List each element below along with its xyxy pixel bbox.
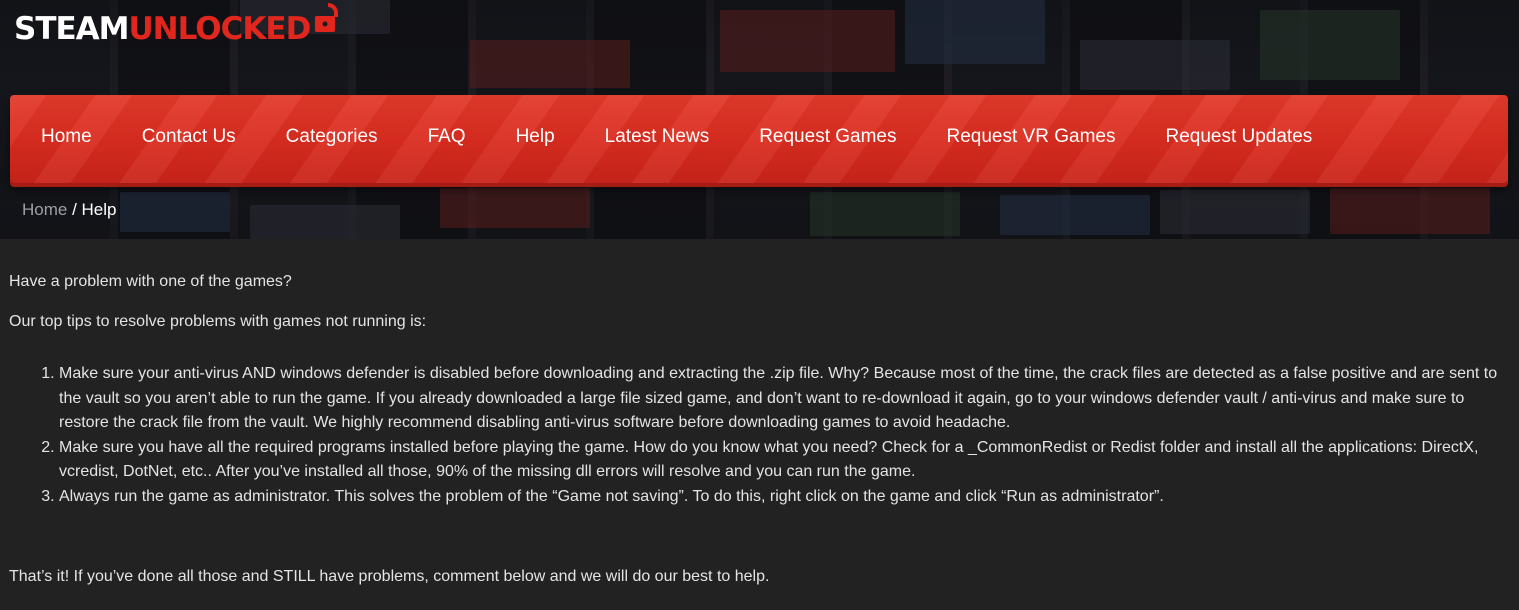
cover-tile [470,40,630,88]
site-logo[interactable]: STEAM UNLOCKED [14,3,342,52]
lead-text: Our top tips to resolve problems with ga… [9,312,427,330]
nav-faq[interactable]: FAQ [428,126,466,148]
cover-tile [1080,40,1230,90]
list-item: Always run the game as administrator. Th… [59,485,1509,510]
nav-help[interactable]: Help [516,126,555,148]
breadcrumb-separator: / [67,200,82,219]
breadcrumb: Home / Help [22,200,117,220]
cover-tile [440,188,590,228]
cover-tile [250,205,400,239]
tips-list: Make sure your anti-virus AND windows de… [59,362,1509,509]
nav-categories[interactable]: Categories [286,126,378,148]
unlocked-padlock-icon [314,1,342,43]
list-item: Make sure you have all the required prog… [59,436,1509,485]
cover-tile [120,192,230,232]
closing-text: That’s it! If you’ve done all those and … [9,568,770,585]
nav-contact-us[interactable]: Contact Us [142,126,236,148]
header-banner: STEAM UNLOCKED Home Contact Us Categories… [0,0,1519,239]
nav-request-games[interactable]: Request Games [759,126,896,148]
cover-tile [1160,190,1310,234]
help-article: Have a problem with one of the games? Ou… [9,270,1509,605]
breadcrumb-current: Help [81,200,117,219]
intro-text: Have a problem with one of the games? [9,273,292,290]
logo-text-unlocked: UNLOCKED [128,11,312,47]
logo-text-steam: STEAM [14,11,129,47]
nav-request-updates[interactable]: Request Updates [1165,126,1312,148]
breadcrumb-home-link[interactable]: Home [22,200,67,219]
cover-tile [810,192,960,236]
cover-tile [720,10,895,72]
main-nav: Home Contact Us Categories FAQ Help Late… [10,95,1508,183]
cover-tile [1260,10,1400,80]
nav-request-vr-games[interactable]: Request VR Games [947,126,1116,148]
cover-tile [1000,195,1150,235]
cover-tile [905,0,1045,64]
list-item: Make sure your anti-virus AND windows de… [59,362,1509,436]
nav-home[interactable]: Home [41,126,92,148]
nav-latest-news[interactable]: Latest News [605,126,710,148]
cover-tile [1330,188,1490,234]
